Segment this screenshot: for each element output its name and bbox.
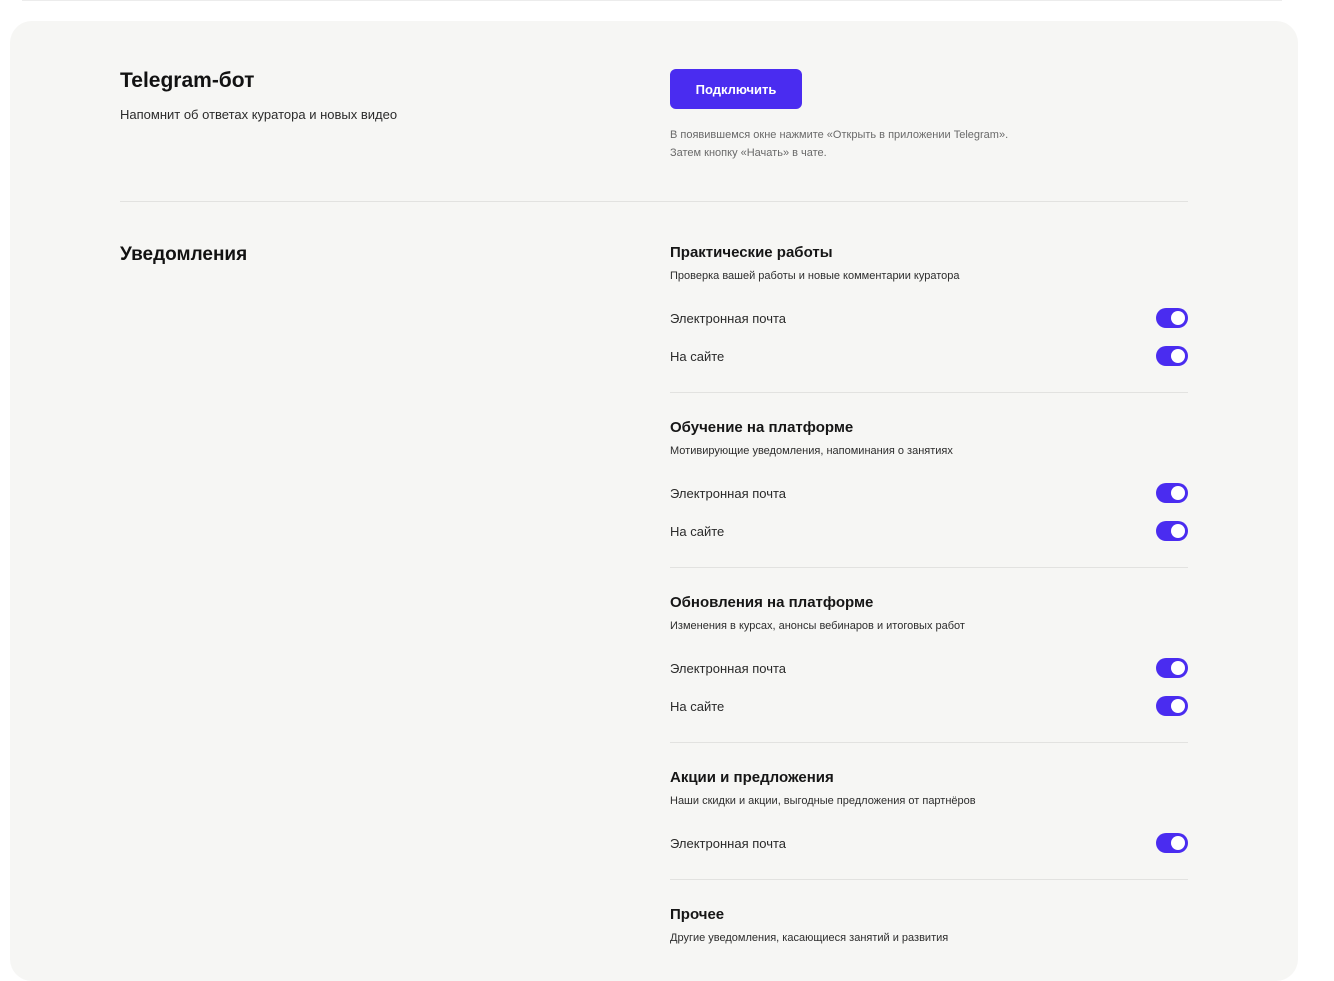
- group-description: Мотивирующие уведомления, напоминания о …: [670, 445, 953, 457]
- telegram-title: Telegram-бот: [120, 69, 255, 92]
- notification-group-promotions: Акции и предложения Наши скидки и акции,…: [670, 768, 1188, 862]
- option-row-site: На сайте: [670, 687, 1188, 725]
- email-toggle[interactable]: [1156, 308, 1188, 328]
- option-label: На сайте: [670, 523, 725, 539]
- group-title: Обновления на платформе: [670, 594, 874, 611]
- group-divider: [670, 392, 1188, 393]
- group-title: Прочее: [670, 906, 725, 923]
- group-divider: [670, 742, 1188, 743]
- group-divider: [670, 879, 1188, 880]
- telegram-description: Напомнит об ответах куратора и новых вид…: [120, 107, 398, 122]
- option-label: Электронная почта: [670, 660, 787, 676]
- group-divider: [670, 567, 1188, 568]
- option-row-site: На сайте: [670, 512, 1188, 550]
- top-divider: [22, 0, 1282, 1]
- telegram-hint-line-1: В появившемся окне нажмите «Открыть в пр…: [670, 129, 1009, 141]
- telegram-hint: В появившемся окне нажмите «Открыть в пр…: [670, 126, 1008, 162]
- toggle-knob: [1171, 349, 1185, 363]
- option-row-email: Электронная почта: [670, 474, 1188, 512]
- group-title: Акции и предложения: [670, 769, 834, 786]
- email-toggle[interactable]: [1156, 658, 1188, 678]
- toggle-knob: [1171, 486, 1185, 500]
- notification-group-practical: Практические работы Проверка вашей работ…: [670, 243, 1188, 375]
- option-row-email: Электронная почта: [670, 649, 1188, 687]
- option-label: На сайте: [670, 698, 725, 714]
- settings-card: Telegram-бот Напомнит об ответах куратор…: [10, 21, 1298, 981]
- option-row-email: Электронная почта: [670, 824, 1188, 862]
- telegram-hint-line-2: Затем кнопку «Начать» в чате.: [670, 147, 827, 159]
- option-label: На сайте: [670, 348, 725, 364]
- group-description: Другие уведомления, касающиеся занятий и…: [670, 932, 949, 944]
- connect-telegram-button[interactable]: Подключить: [670, 69, 802, 109]
- notification-group-other: Прочее Другие уведомления, касающиеся за…: [670, 905, 1188, 946]
- toggle-knob: [1171, 836, 1185, 850]
- toggle-knob: [1171, 524, 1185, 538]
- group-description: Проверка вашей работы и новые комментари…: [670, 270, 960, 282]
- notification-group-learning: Обучение на платформе Мотивирующие уведо…: [670, 418, 1188, 550]
- notification-group-updates: Обновления на платформе Изменения в курс…: [670, 593, 1188, 725]
- toggle-knob: [1171, 661, 1185, 675]
- option-label: Электронная почта: [670, 485, 787, 501]
- option-label: Электронная почта: [670, 310, 787, 326]
- group-title: Практические работы: [670, 244, 833, 261]
- group-title: Обучение на платформе: [670, 419, 854, 436]
- option-label: Электронная почта: [670, 835, 787, 851]
- site-toggle[interactable]: [1156, 521, 1188, 541]
- email-toggle[interactable]: [1156, 833, 1188, 853]
- group-description: Наши скидки и акции, выгодные предложени…: [670, 795, 976, 807]
- toggle-knob: [1171, 699, 1185, 713]
- site-toggle[interactable]: [1156, 696, 1188, 716]
- site-toggle[interactable]: [1156, 346, 1188, 366]
- notifications-title: Уведомления: [120, 244, 248, 265]
- section-divider: [120, 201, 1188, 202]
- option-row-site: На сайте: [670, 337, 1188, 375]
- option-row-email: Электронная почта: [670, 299, 1188, 337]
- email-toggle[interactable]: [1156, 483, 1188, 503]
- toggle-knob: [1171, 311, 1185, 325]
- group-description: Изменения в курсах, анонсы вебинаров и и…: [670, 620, 965, 632]
